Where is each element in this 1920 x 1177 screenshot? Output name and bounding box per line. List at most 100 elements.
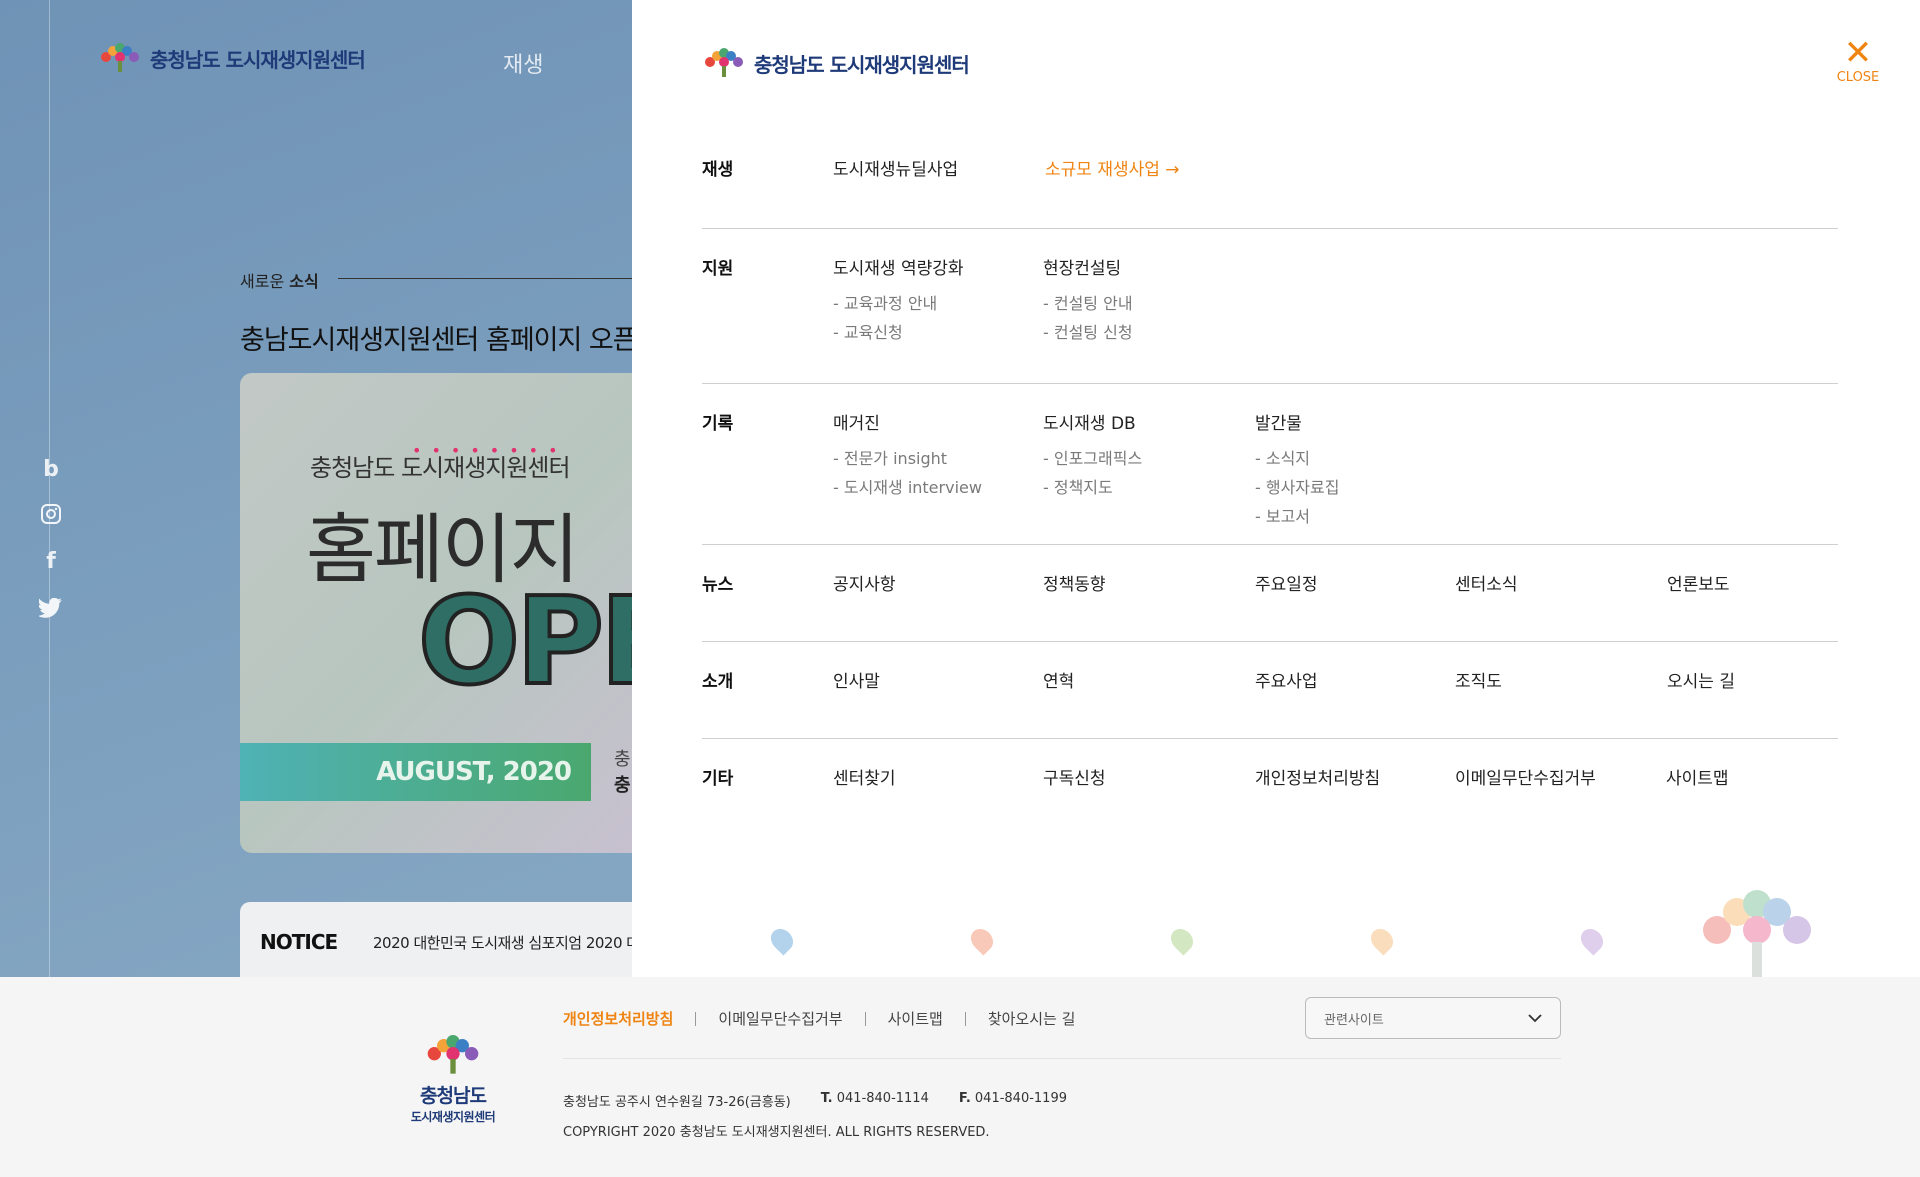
menu-item[interactable]: 연혁 bbox=[1043, 667, 1074, 692]
footer-link-privacy[interactable]: 개인정보처리방침 bbox=[563, 1008, 673, 1029]
menu-item[interactable]: 오시는 길 bbox=[1667, 667, 1735, 692]
news-section-label: 새로운 소식 bbox=[240, 272, 319, 291]
menu-column: 매거진 - 전문가 insight - 도시재생 interview bbox=[833, 409, 982, 502]
menu-section-news: 뉴스 공지사항 정책동향 주요일정 센터소식 언론보도 bbox=[702, 570, 1838, 642]
menu-section-about: 소개 인사말 연혁 주요사업 조직도 오시는 길 bbox=[702, 667, 1838, 739]
footer-address: 충청남도 공주시 연수원길 73-26(금흥동) bbox=[563, 1095, 791, 1110]
close-button[interactable]: ✕ CLOSE bbox=[1828, 36, 1888, 85]
menu-item[interactable]: 발간물 bbox=[1255, 409, 1339, 434]
notice-label: NOTICE bbox=[260, 930, 338, 954]
tree-logo-icon bbox=[101, 43, 139, 72]
twitter-icon[interactable] bbox=[38, 595, 64, 621]
menu-section-etc: 기타 센터찾기 구독신청 개인정보처리방침 이메일무단수집거부 사이트맵 bbox=[702, 764, 1838, 824]
footer-links: 개인정보처리방침 이메일무단수집거부 사이트맵 찾아오시는 길 bbox=[563, 1008, 1075, 1029]
notice-text[interactable]: 2020 대한민국 도시재생 심포지엄 2020 대한 bbox=[373, 932, 653, 953]
menu-item[interactable]: 주요일정 bbox=[1255, 570, 1318, 595]
open-banner[interactable]: •••••••• 충청남도 도시재생지원센터 홈페이지 OPE AUGUST, … bbox=[240, 373, 660, 853]
menu-item[interactable]: 현장컨설팅 bbox=[1043, 254, 1133, 279]
menu-category: 재생 bbox=[702, 160, 734, 180]
drop-icon bbox=[1576, 924, 1608, 956]
menu-column: 현장컨설팅 - 컨설팅 안내 - 컨설팅 신청 bbox=[1043, 254, 1133, 347]
menu-subitem[interactable]: - 교육신청 bbox=[833, 318, 964, 347]
menu-item[interactable]: 정책동향 bbox=[1043, 570, 1106, 595]
menu-item[interactable]: 개인정보처리방침 bbox=[1255, 764, 1380, 789]
menu-item[interactable]: 도시재생 역량강화 bbox=[833, 254, 964, 279]
footer-logo-name: 충청남도 bbox=[420, 1085, 487, 1107]
menu-subitem[interactable]: - 교육과정 안내 bbox=[833, 289, 964, 318]
notice-bar[interactable]: NOTICE 2020 대한민국 도시재생 심포지엄 2020 대한 bbox=[240, 902, 700, 977]
menu-item[interactable]: 주요사업 bbox=[1255, 667, 1318, 692]
banner-subtitle: 충청남도 도시재생지원센터 bbox=[310, 454, 571, 482]
footer bbox=[0, 977, 1920, 1177]
footer-logo[interactable]: 충청남도 도시재생지원센터 bbox=[403, 1035, 503, 1125]
menu-subitem[interactable]: - 보고서 bbox=[1255, 502, 1339, 531]
menu-column: 도시재생 역량강화 - 교육과정 안내 - 교육신청 bbox=[833, 254, 964, 347]
tree-logo-icon bbox=[427, 1035, 479, 1074]
news-headline[interactable]: 충남도시재생지원센터 홈페이지 오픈 bbox=[240, 318, 638, 357]
footer-link-separator bbox=[695, 1011, 697, 1026]
blog-icon[interactable]: b bbox=[38, 456, 64, 482]
footer-link-email-refusal[interactable]: 이메일무단수집거부 bbox=[718, 1008, 842, 1029]
menu-item-small-regeneration[interactable]: 소규모 재생사업 → bbox=[1045, 155, 1180, 180]
menu-column: 소규모 재생사업 → bbox=[1045, 155, 1180, 180]
footer-link-sitemap[interactable]: 사이트맵 bbox=[888, 1008, 943, 1029]
banner-side-text-bold: 충 bbox=[614, 775, 631, 796]
footer-fax: F. 041-840-1199 bbox=[958, 1091, 1067, 1106]
menu-item[interactable]: 인사말 bbox=[833, 667, 880, 692]
menu-item[interactable]: 언론보도 bbox=[1667, 570, 1730, 595]
related-sites-label: 관련사이트 bbox=[1324, 1012, 1384, 1028]
menu-item[interactable]: 매거진 bbox=[833, 409, 982, 434]
news-label-line bbox=[338, 278, 638, 279]
menu-item[interactable]: 이메일무단수집거부 bbox=[1455, 764, 1596, 789]
close-label: CLOSE bbox=[1836, 70, 1880, 85]
menu-category: 기록 bbox=[702, 414, 734, 434]
menu-section-records: 기록 매거진 - 전문가 insight - 도시재생 interview 도시… bbox=[702, 409, 1838, 545]
drop-icon bbox=[966, 924, 998, 956]
menu-item[interactable]: 센터소식 bbox=[1455, 570, 1518, 595]
footer-address-line: 충청남도 공주시 연수원길 73-26(금흥동) T. 041-840-1114… bbox=[563, 1091, 1067, 1110]
menu-item[interactable]: 도시재생 DB bbox=[1043, 409, 1142, 434]
instagram-icon[interactable] bbox=[38, 501, 64, 527]
chevron-down-icon bbox=[1528, 1014, 1542, 1023]
menu-subitem[interactable]: - 정책지도 bbox=[1043, 473, 1142, 502]
menu-category: 지원 bbox=[702, 259, 734, 279]
close-icon: ✕ bbox=[1843, 33, 1873, 73]
tree-logo-icon bbox=[705, 48, 743, 77]
menu-item[interactable]: 센터찾기 bbox=[833, 764, 896, 789]
drop-icon bbox=[1366, 924, 1398, 956]
vertical-divider bbox=[49, 0, 50, 977]
menu-subitem[interactable]: - 소식지 bbox=[1255, 444, 1339, 473]
menu-logo-text: 충청남도 도시재생지원센터 bbox=[754, 52, 970, 77]
menu-item[interactable]: 도시재생뉴딜사업 bbox=[833, 155, 958, 180]
footer-divider bbox=[563, 1058, 1561, 1059]
menu-section-support: 지원 도시재생 역량강화 - 교육과정 안내 - 교육신청 현장컨설팅 - 컨설… bbox=[702, 254, 1838, 384]
menu-item[interactable]: 조직도 bbox=[1455, 667, 1502, 692]
menu-category: 기타 bbox=[702, 769, 734, 789]
menu-subitem[interactable]: - 행사자료집 bbox=[1255, 473, 1339, 502]
menu-subitem[interactable]: - 전문가 insight bbox=[833, 444, 982, 473]
nav-item-regeneration[interactable]: 재생 bbox=[503, 47, 543, 79]
footer-tel: T. 041-840-1114 bbox=[820, 1091, 929, 1106]
menu-column: 도시재생 DB - 인포그래픽스 - 정책지도 bbox=[1043, 409, 1142, 502]
menu-item[interactable]: 사이트맵 bbox=[1666, 764, 1729, 789]
menu-subitem[interactable]: - 도시재생 interview bbox=[833, 473, 982, 502]
footer-logo-sub: 도시재생지원센터 bbox=[410, 1110, 496, 1124]
banner-date-band: AUGUST, 2020 bbox=[240, 743, 591, 801]
header-logo[interactable]: 충청남도 도시재생지원센터 bbox=[98, 43, 366, 73]
facebook-icon[interactable]: f bbox=[38, 548, 64, 574]
menu-column: 발간물 - 소식지 - 행사자료집 - 보고서 bbox=[1255, 409, 1339, 531]
menu-logo[interactable]: 충청남도 도시재생지원센터 bbox=[702, 48, 970, 78]
menu-subitem[interactable]: - 인포그래픽스 bbox=[1043, 444, 1142, 473]
menu-subitem[interactable]: - 컨설팅 안내 bbox=[1043, 289, 1133, 318]
full-menu-panel: 충청남도 도시재생지원센터 ✕ CLOSE 재생 도시재생뉴딜사업 소규모 재생… bbox=[632, 0, 1920, 977]
menu-subitem[interactable]: - 컨설팅 신청 bbox=[1043, 318, 1133, 347]
related-sites-select[interactable]: 관련사이트 bbox=[1305, 997, 1561, 1039]
menu-column: 도시재생뉴딜사업 bbox=[833, 155, 958, 180]
drop-icon bbox=[766, 924, 798, 956]
banner-side-text: 충 bbox=[614, 749, 631, 770]
drop-icon bbox=[1166, 924, 1198, 956]
footer-link-directions[interactable]: 찾아오시는 길 bbox=[988, 1008, 1076, 1029]
menu-item[interactable]: 구독신청 bbox=[1043, 764, 1106, 789]
menu-item[interactable]: 공지사항 bbox=[833, 570, 896, 595]
menu-category: 뉴스 bbox=[702, 575, 734, 595]
